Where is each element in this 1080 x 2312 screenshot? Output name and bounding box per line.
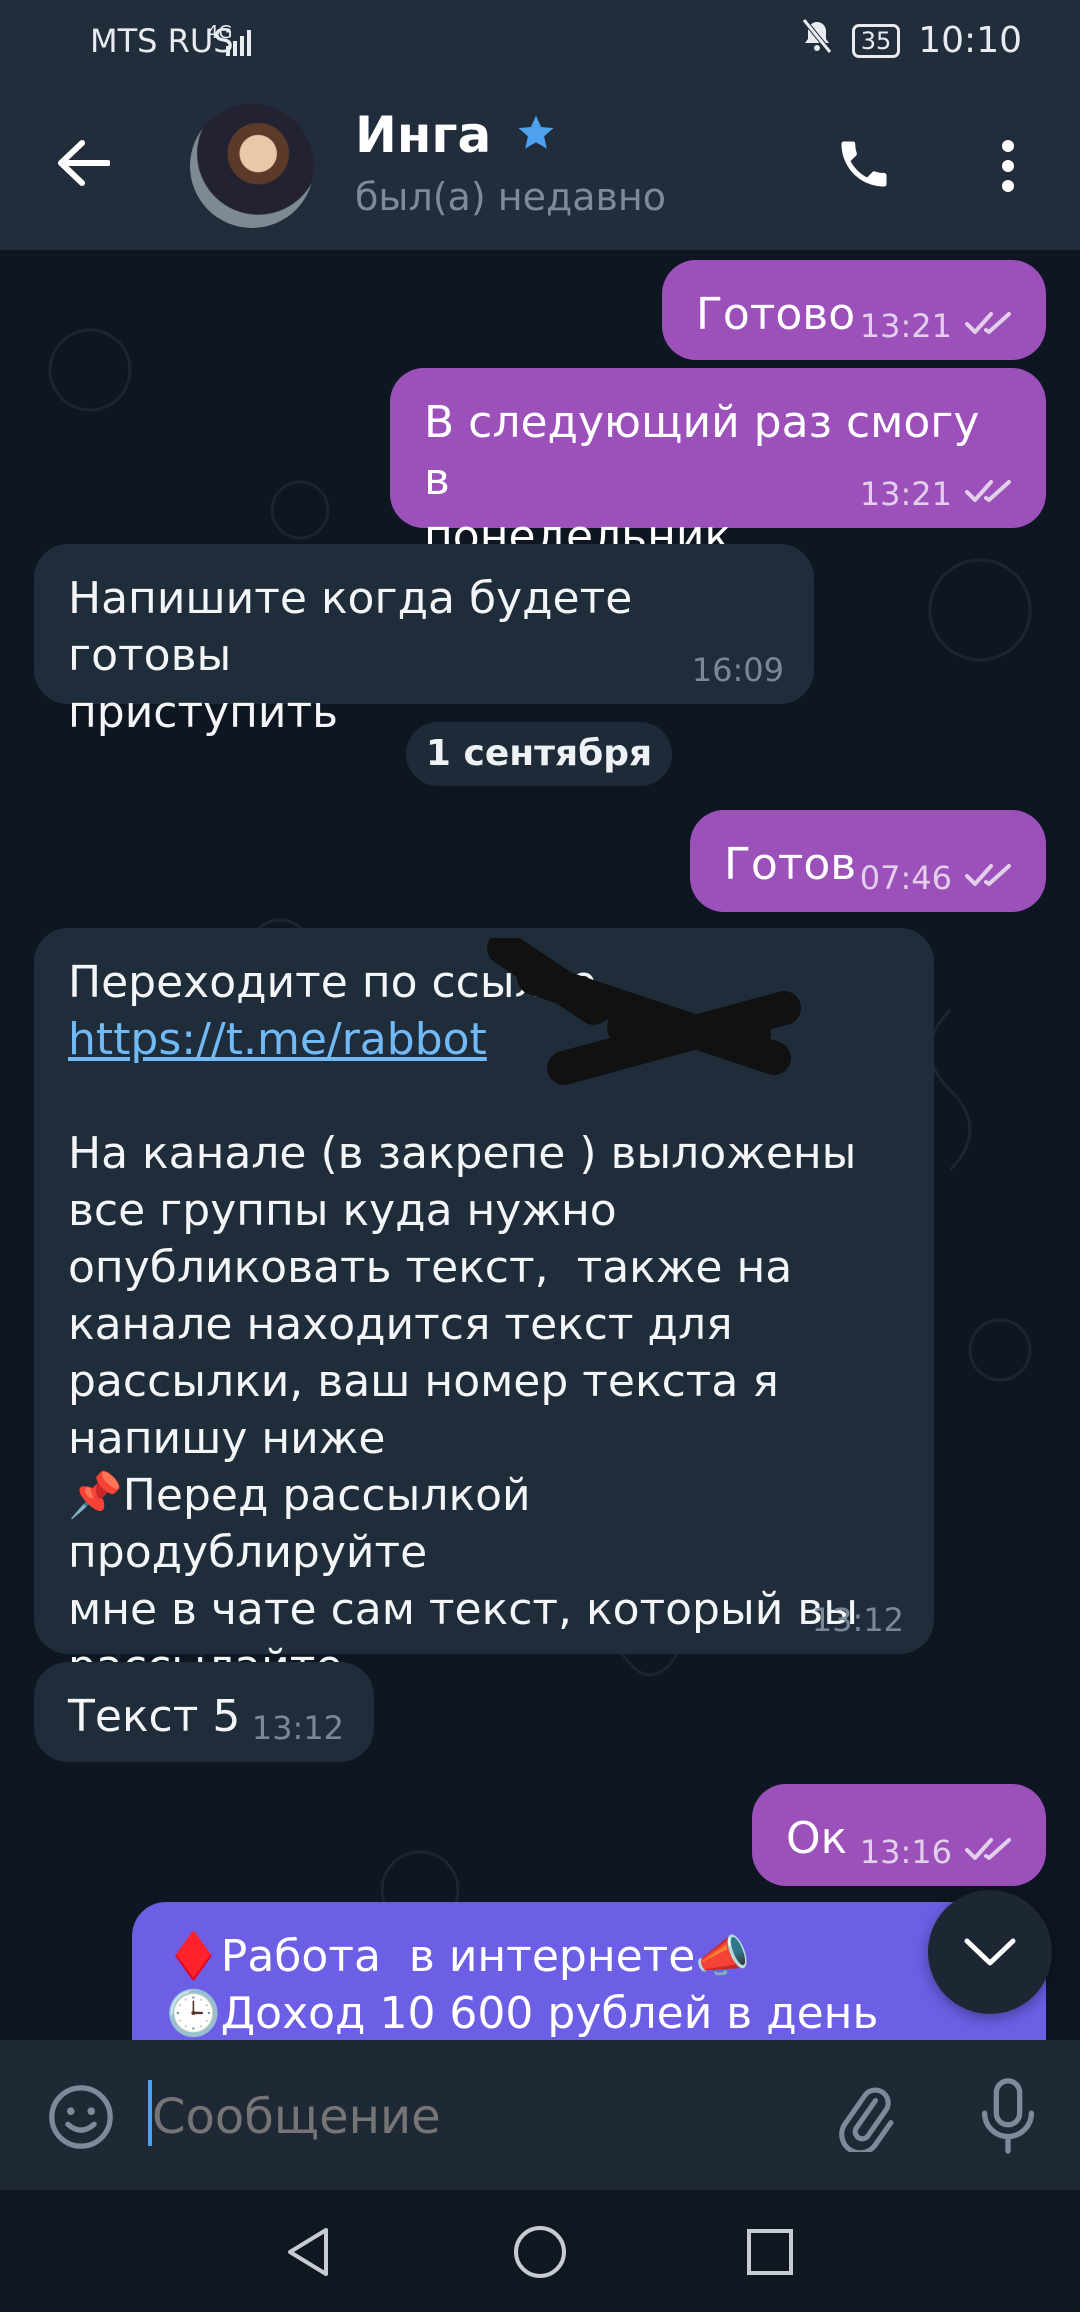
message-text-part: На канале (в закрепе ) выложены все груп… (68, 1128, 858, 1690)
signal-icon (226, 26, 258, 64)
paperclip-icon[interactable] (830, 2082, 898, 2156)
message-time-text: 07:46 (859, 859, 952, 897)
redaction-scribble (474, 931, 804, 1102)
arrow-left-icon[interactable] (56, 140, 111, 190)
message-time: 16:09 (692, 652, 784, 688)
message-text: Готов (724, 839, 857, 890)
read-receipt-icon (964, 476, 1016, 512)
message-bubble[interactable]: Ок 13:16 (752, 1784, 1046, 1886)
mute-icon (800, 18, 834, 63)
scroll-down-button[interactable] (928, 1890, 1052, 2014)
message-time-text: 13:16 (859, 1833, 952, 1871)
nav-back-icon[interactable] (284, 2226, 332, 2282)
message-time: 13:12 (812, 1602, 904, 1638)
message-time-text: 13:12 (811, 1601, 904, 1639)
avatar[interactable] (190, 104, 314, 228)
emoji-icon[interactable] (46, 2082, 116, 2156)
nav-recent-icon[interactable] (746, 2228, 794, 2280)
message-text: Ок (786, 1813, 848, 1864)
message-bubble[interactable]: Готов 07:46 (690, 810, 1046, 912)
message-time: 13:12 (252, 1710, 344, 1746)
message-bubble[interactable]: Готово 13:21 (662, 260, 1046, 360)
message-bubble[interactable]: Текст 5 13:12 (34, 1662, 374, 1762)
contact-status: был(а) недавно (355, 175, 667, 219)
chat-area[interactable]: 1 сентября Готово 13:21 В следующий раз см… (0, 250, 1080, 2040)
clock: 10:10 (918, 20, 1022, 61)
message-bubble[interactable]: ♦️Работа в интернете📣 🕒Доход 10 600 рубл… (132, 1902, 1046, 2040)
status-bar: MTS RUS 4G 35 10:10 (0, 0, 1080, 80)
message-time: 13:16 (860, 1834, 1016, 1870)
read-receipt-icon (964, 1834, 1016, 1870)
message-time-text: 16:09 (691, 651, 784, 689)
message-time-text: 13:12 (251, 1709, 344, 1747)
contact-name-text: Инга (355, 106, 492, 164)
read-receipt-icon (964, 308, 1016, 344)
nav-home-icon[interactable] (512, 2224, 568, 2284)
contact-name[interactable]: Инга (355, 106, 557, 164)
date-separator: 1 сентября (406, 722, 672, 786)
message-bubble[interactable]: В следующий раз смогу в понедельник 13:21 (390, 368, 1046, 562)
composer (0, 2040, 1080, 2190)
message-input[interactable] (152, 2084, 772, 2150)
star-icon (518, 115, 554, 149)
microphone-icon[interactable] (978, 2078, 1038, 2158)
battery-indicator: 35 (851, 23, 901, 58)
message-bubble[interactable]: Напишите когда будете готовы приступить 1… (34, 544, 814, 738)
message-time: 13:21 (860, 308, 1016, 344)
message-time: 13:21 (860, 476, 1016, 512)
message-bubble[interactable]: Переходите по ссылке https://t.me/rabbot… (34, 928, 934, 1690)
message-time-text: 13:21 (859, 307, 952, 345)
system-navigation-bar (0, 2190, 1080, 2312)
more-vert-icon[interactable] (996, 138, 1020, 198)
message-time-text: 13:21 (859, 475, 952, 513)
chevron-down-icon (964, 1938, 1016, 1966)
message-link[interactable]: https://t.me/rabbot (68, 1014, 487, 1065)
message-text: Текст 5 (68, 1691, 241, 1742)
message-text: Готово (696, 289, 856, 340)
phone-icon[interactable] (834, 134, 894, 198)
read-receipt-icon (964, 860, 1016, 896)
message-text: ♦️Работа в интернете📣 🕒Доход 10 600 рубл… (166, 1931, 879, 2039)
message-time: 07:46 (860, 860, 1016, 896)
